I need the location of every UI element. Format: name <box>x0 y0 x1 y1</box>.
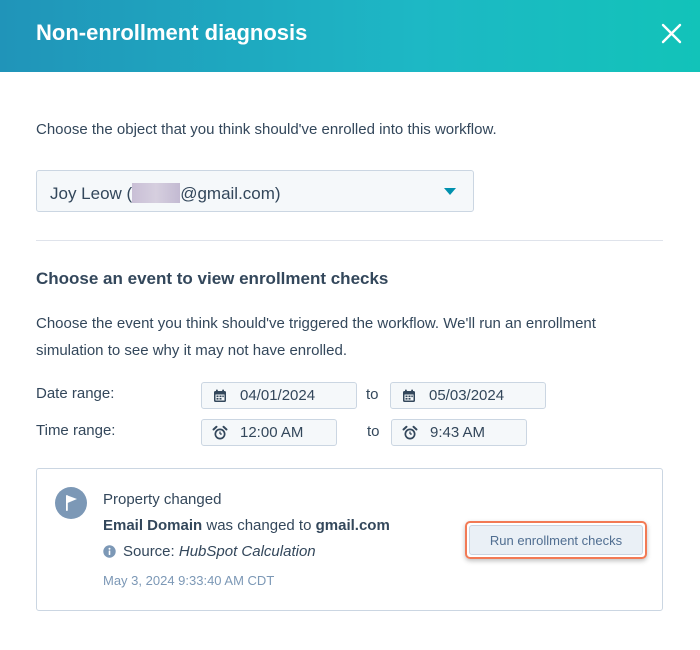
event-timestamp: May 3, 2024 9:33:40 AM CDT <box>103 573 275 588</box>
info-icon <box>103 545 116 558</box>
event-new-value: gmail.com <box>315 517 390 534</box>
event-card: Property changed Email Domain was change… <box>36 468 663 611</box>
end-time-value: 9:43 AM <box>430 424 486 441</box>
selected-name: Joy Leow ( <box>50 184 133 203</box>
close-button[interactable] <box>656 18 688 50</box>
selected-object: Joy Leow ( @gmail.com) <box>50 183 281 204</box>
date-range-label: Date range: <box>36 385 115 402</box>
event-property: Email Domain <box>103 517 203 534</box>
object-instructions: Choose the object that you think should'… <box>36 121 497 138</box>
caret-down-icon <box>444 188 456 195</box>
calendar-icon <box>214 389 226 402</box>
source-label: Source: <box>123 543 179 560</box>
start-time-value: 12:00 AM <box>240 424 304 441</box>
close-icon <box>661 23 682 44</box>
alarm-clock-icon <box>212 425 228 440</box>
time-range-separator: to <box>367 423 380 440</box>
redacted-email <box>132 183 181 203</box>
time-range-label: Time range: <box>36 422 116 439</box>
run-enrollment-checks-button[interactable]: Run enrollment checks <box>469 525 643 555</box>
end-date-value: 05/03/2024 <box>429 387 505 404</box>
events-description: Choose the event you think should've tri… <box>36 315 596 359</box>
source-value: HubSpot Calculation <box>178 543 316 560</box>
end-date-input[interactable]: 05/03/2024 <box>390 382 546 409</box>
events-heading: Choose an event to view enrollment check… <box>36 269 389 288</box>
start-date-input[interactable]: 04/01/2024 <box>201 382 357 409</box>
object-select[interactable]: Joy Leow ( @gmail.com) <box>36 170 474 212</box>
alarm-clock-icon <box>402 425 418 440</box>
event-summary: Email Domain was changed to gmail.com <box>103 517 390 534</box>
end-time-input[interactable]: 9:43 AM <box>391 419 527 446</box>
calendar-icon <box>403 389 415 402</box>
start-time-input[interactable]: 12:00 AM <box>201 419 337 446</box>
section-divider <box>36 240 663 241</box>
event-type: Property changed <box>103 491 222 508</box>
date-range-separator: to <box>366 386 379 403</box>
flag-icon <box>66 495 77 511</box>
source-text-wrap: Source: HubSpot Calculation <box>123 543 316 560</box>
dialog-header: Non-enrollment diagnosis <box>0 0 700 72</box>
selected-email-domain: @gmail.com) <box>180 184 281 203</box>
start-date-value: 04/01/2024 <box>240 387 316 404</box>
run-button-highlight: Run enrollment checks <box>465 521 647 559</box>
event-change-text: was changed to <box>202 517 316 534</box>
event-icon-badge <box>55 487 87 519</box>
dialog-title: Non-enrollment diagnosis <box>36 20 308 45</box>
